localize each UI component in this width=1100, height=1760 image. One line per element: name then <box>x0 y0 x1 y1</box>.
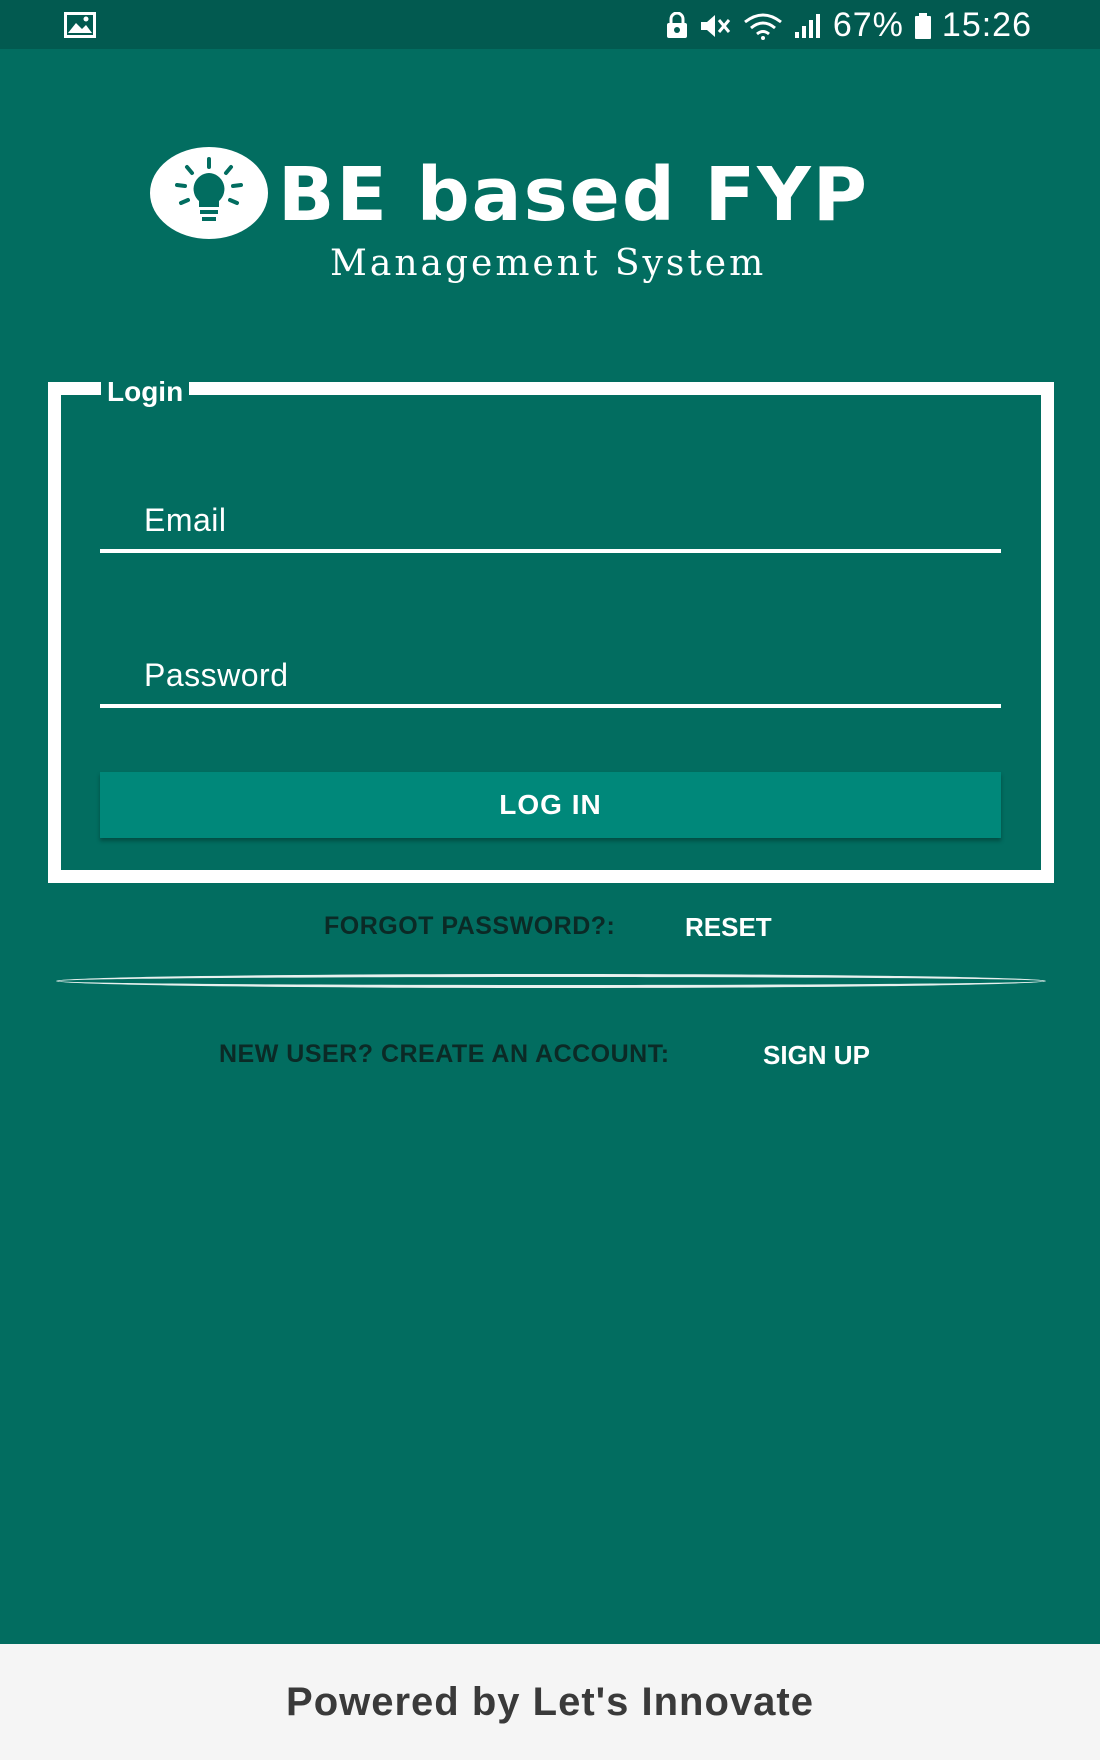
login-legend: Login <box>101 377 190 407</box>
email-field[interactable]: Email <box>100 493 1001 553</box>
status-bar: 67% 15:26 <box>0 0 1100 49</box>
signal-icon <box>793 12 823 40</box>
lightbulb-icon <box>150 147 268 239</box>
image-icon <box>64 12 96 38</box>
reset-link[interactable]: RESET <box>685 912 772 943</box>
forgot-password-label: FORGOT PASSWORD?: <box>324 912 616 940</box>
status-time: 15:26 <box>941 6 1032 44</box>
email-placeholder: Email <box>144 502 227 538</box>
footer-text: Powered by Let's Innovate <box>286 1679 814 1724</box>
app-logo: BE based FYP Management System <box>150 145 960 285</box>
battery-icon <box>914 12 932 40</box>
logo-subtitle: Management System <box>330 243 767 284</box>
login-button[interactable]: LOG IN <box>100 772 1001 838</box>
signup-row: NEW USER? CREATE AN ACCOUNT: SIGN UP <box>0 1040 1100 1072</box>
signup-link[interactable]: SIGN UP <box>763 1040 870 1071</box>
divider <box>56 974 1046 988</box>
signup-label: NEW USER? CREATE AN ACCOUNT: <box>219 1040 670 1068</box>
logo-title: BE based FYP <box>278 152 869 238</box>
battery-percent: 67% <box>832 6 904 44</box>
wifi-icon <box>743 12 783 40</box>
mute-icon <box>699 12 733 40</box>
password-placeholder: Password <box>144 657 289 693</box>
email-underline <box>100 549 1001 553</box>
forgot-password-row: FORGOT PASSWORD?: RESET <box>0 912 1100 944</box>
footer: Powered by Let's Innovate <box>0 1644 1100 1760</box>
lock-icon <box>665 11 689 40</box>
password-field[interactable]: Password <box>100 648 1001 708</box>
password-underline <box>100 704 1001 708</box>
